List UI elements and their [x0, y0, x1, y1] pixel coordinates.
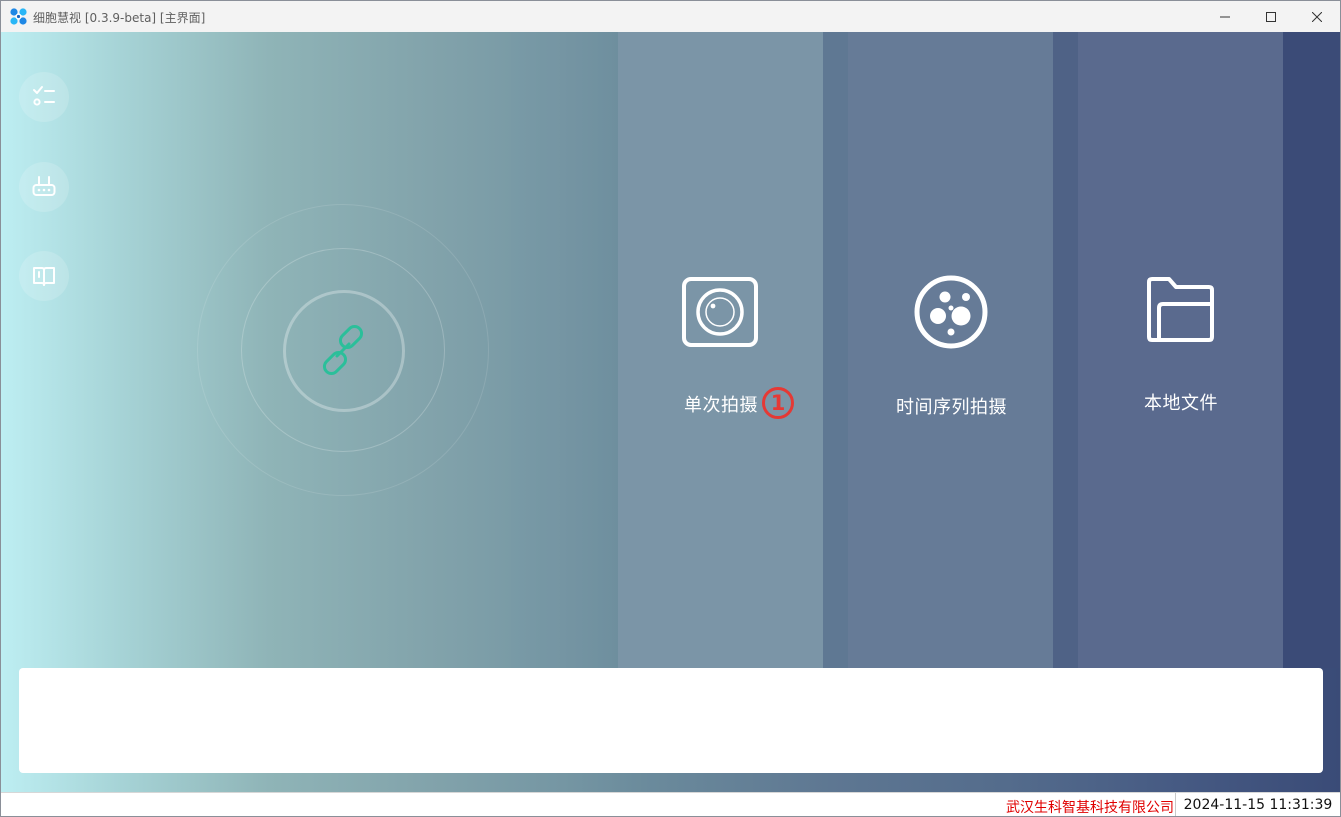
sidebar-device-button[interactable] — [19, 162, 69, 212]
title-bar[interactable]: 细胞慧视 [0.3.9-beta] [主界面] — [1, 1, 1340, 33]
panel-divider-1 — [823, 32, 848, 668]
panel-spacer — [511, 32, 618, 668]
close-button[interactable] — [1294, 1, 1340, 32]
tile-local-files[interactable]: 本地文件 — [1078, 32, 1283, 668]
main-area: 单次拍摄 时间序列拍摄 本地文件 1 — [1, 32, 1340, 792]
company-name: 武汉生科智基科技有限公司 — [1006, 800, 1174, 816]
panel-divider-2 — [1053, 32, 1078, 668]
tile-single-capture-label: 单次拍摄 — [684, 395, 758, 416]
link-icon — [322, 324, 364, 376]
datetime-display: 2024-11-15 11:31:39 — [1175, 793, 1340, 816]
log-output-box[interactable] — [19, 668, 1323, 773]
tile-local-files-label: 本地文件 — [1144, 393, 1218, 414]
app-window: 细胞慧视 [0.3.9-beta] [主界面] 单次拍摄 时间序列拍摄 本地文件… — [0, 0, 1341, 817]
manual-book-icon — [33, 267, 55, 286]
camera-icon — [682, 277, 758, 347]
device-icon — [32, 176, 56, 196]
minimize-icon — [1220, 16, 1230, 17]
sidebar-checklist-button[interactable] — [19, 72, 69, 122]
film-reel-icon — [914, 275, 988, 349]
checklist-icon — [33, 86, 55, 106]
panel-edge — [1283, 32, 1340, 668]
annotation-marker: 1 — [762, 387, 794, 419]
tile-time-series-label: 时间序列拍摄 — [896, 397, 1007, 418]
window-title: 细胞慧视 [0.3.9-beta] [主界面] — [33, 11, 206, 25]
tile-single-capture[interactable]: 单次拍摄 — [618, 32, 823, 668]
app-logo-icon — [10, 8, 27, 25]
close-icon — [1312, 11, 1322, 22]
sidebar-manual-button[interactable] — [19, 251, 69, 301]
folder-icon — [1147, 277, 1214, 342]
maximize-button[interactable] — [1248, 1, 1294, 32]
maximize-icon — [1266, 11, 1276, 22]
status-bar: 武汉生科智基科技有限公司 2024-11-15 11:31:39 — [1, 792, 1340, 816]
tile-time-series[interactable]: 时间序列拍摄 — [848, 32, 1053, 668]
minimize-button[interactable] — [1202, 1, 1248, 32]
